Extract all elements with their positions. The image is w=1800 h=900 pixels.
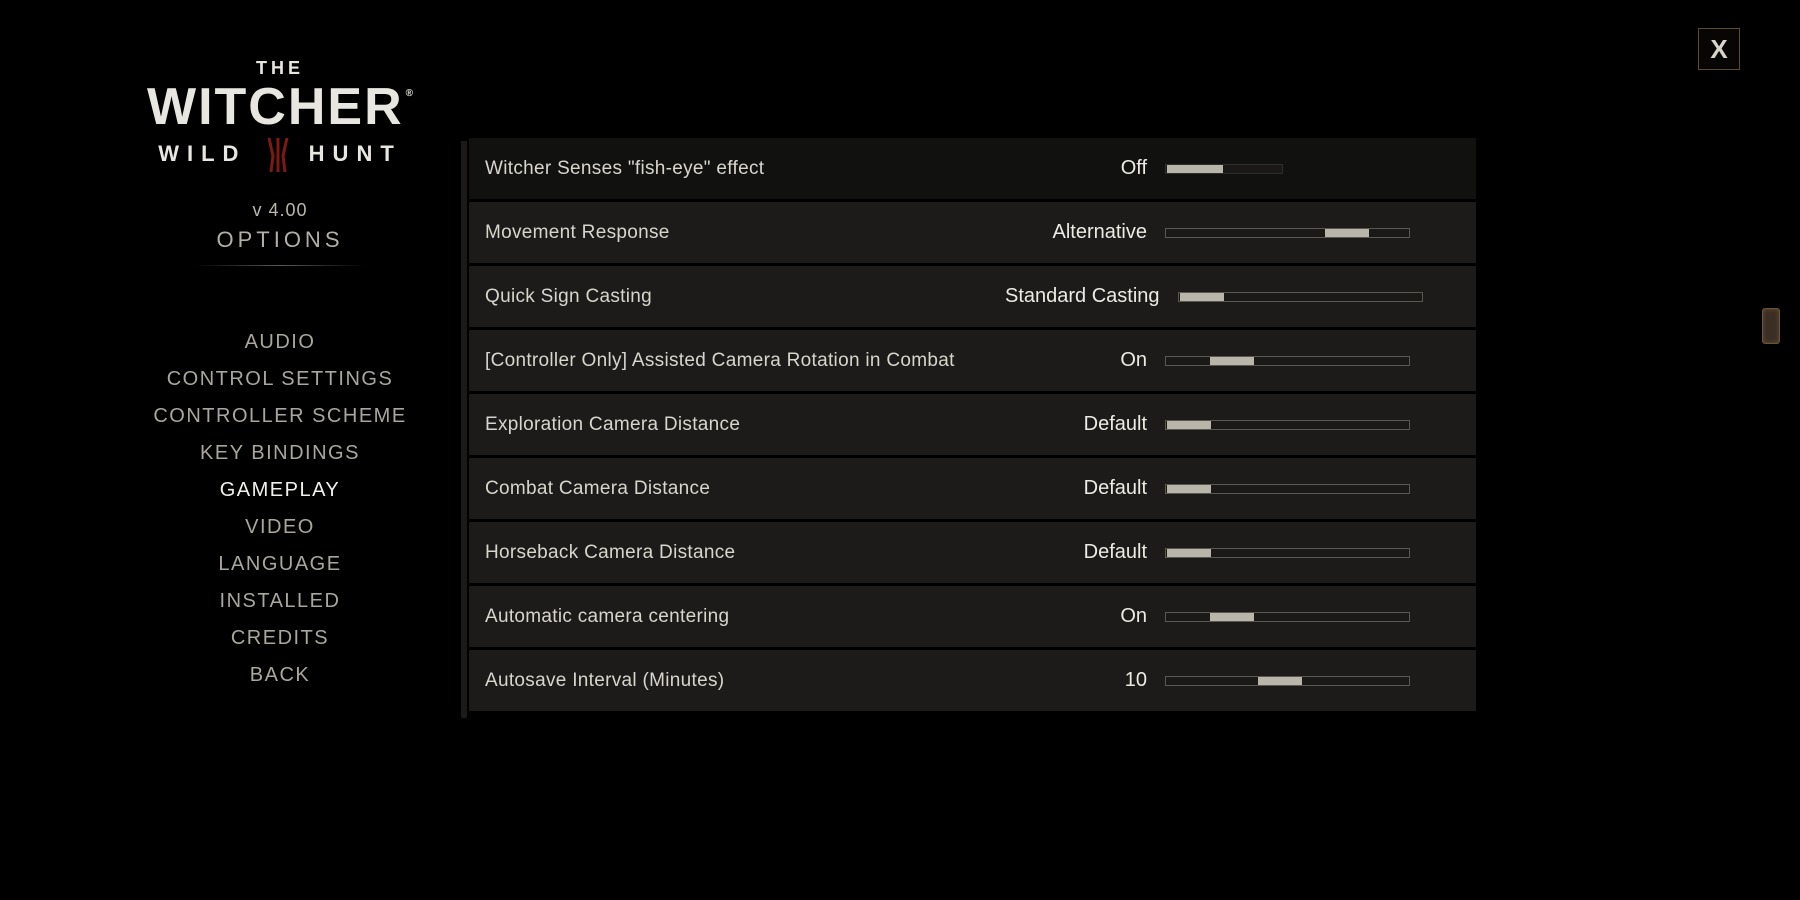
slider-thumb[interactable] — [1180, 293, 1224, 301]
logo-hunt: HUNT — [309, 141, 402, 166]
slider-track — [1165, 356, 1410, 366]
logo-witcher-text: WITCHER — [147, 78, 404, 136]
version-label: v 4.00 — [140, 200, 420, 221]
menu-item-credits[interactable]: CREDITS — [140, 620, 420, 657]
setting-slider[interactable] — [1165, 674, 1410, 688]
settings-scrollbar[interactable] — [1762, 140, 1780, 700]
menu-item-control-settings[interactable]: CONTROL SETTINGS — [140, 361, 420, 398]
setting-label: Combat Camera Distance — [485, 478, 1005, 500]
setting-slider[interactable] — [1165, 226, 1410, 240]
settings-panel: Witcher Senses "fish-eye" effectOffMovem… — [461, 138, 1476, 718]
slider-thumb[interactable] — [1167, 549, 1211, 557]
options-title: OPTIONS — [140, 227, 420, 259]
setting-label: Automatic camera centering — [485, 606, 1005, 628]
setting-label: Witcher Senses "fish-eye" effect — [485, 158, 1005, 180]
slider-thumb[interactable] — [1210, 357, 1254, 365]
close-button[interactable]: X — [1698, 28, 1740, 70]
setting-slider[interactable] — [1165, 610, 1410, 624]
options-menu: AUDIO CONTROL SETTINGS CONTROLLER SCHEME… — [140, 324, 420, 694]
setting-value: On — [1005, 349, 1165, 372]
menu-item-installed[interactable]: INSTALLED — [140, 583, 420, 620]
setting-row[interactable]: Automatic camera centeringOn — [469, 586, 1476, 647]
divider — [195, 265, 365, 266]
slider-track — [1165, 228, 1410, 238]
menu-item-controller-scheme[interactable]: CONTROLLER SCHEME — [140, 398, 420, 435]
logo-wild: WILD — [158, 141, 246, 166]
menu-item-key-bindings[interactable]: KEY BINDINGS — [140, 435, 420, 472]
setting-slider[interactable] — [1165, 418, 1410, 432]
scroll-thumb[interactable] — [1762, 308, 1780, 344]
setting-row[interactable]: [Controller Only] Assisted Camera Rotati… — [469, 330, 1476, 391]
menu-item-gameplay[interactable]: GAMEPLAY — [140, 472, 420, 509]
setting-row[interactable]: Horseback Camera DistanceDefault — [469, 522, 1476, 583]
setting-row[interactable]: Witcher Senses "fish-eye" effectOff — [469, 138, 1476, 199]
logo-wildhunt: WILD HUNT — [158, 138, 402, 172]
setting-label: Exploration Camera Distance — [485, 414, 1005, 436]
claw-icon — [263, 138, 293, 172]
setting-label: Quick Sign Casting — [485, 286, 1005, 308]
slider-thumb[interactable] — [1258, 677, 1302, 685]
setting-value: Standard Casting — [1005, 285, 1178, 308]
setting-value: On — [1005, 605, 1165, 628]
setting-row[interactable]: Movement ResponseAlternative — [469, 202, 1476, 263]
setting-label: [Controller Only] Assisted Camera Rotati… — [485, 350, 1005, 372]
logo-witcher: WITCHER® — [140, 83, 420, 132]
setting-row[interactable]: Combat Camera DistanceDefault — [469, 458, 1476, 519]
close-icon: X — [1710, 34, 1727, 65]
setting-label: Movement Response — [485, 222, 1005, 244]
slider-thumb[interactable] — [1167, 485, 1211, 493]
setting-value: 10 — [1005, 669, 1165, 692]
logo-the: THE — [140, 58, 420, 79]
menu-item-language[interactable]: LANGUAGE — [140, 546, 420, 583]
setting-slider[interactable] — [1165, 354, 1410, 368]
setting-value: Alternative — [1005, 221, 1165, 244]
setting-row[interactable]: Autosave Interval (Minutes)10 — [469, 650, 1476, 711]
slider-thumb[interactable] — [1167, 421, 1211, 429]
setting-slider[interactable] — [1178, 290, 1423, 304]
menu-item-back[interactable]: BACK — [140, 657, 420, 694]
game-logo: THE WITCHER® WILD HUNT — [140, 58, 420, 172]
setting-label: Autosave Interval (Minutes) — [485, 670, 1005, 692]
setting-row[interactable]: Quick Sign CastingStandard Casting — [469, 266, 1476, 327]
setting-slider[interactable] — [1165, 482, 1410, 496]
setting-row[interactable]: Exploration Camera DistanceDefault — [469, 394, 1476, 455]
sidebar: THE WITCHER® WILD HUNT v 4.00 OPTIONS AU… — [140, 58, 420, 694]
settings-rows: Witcher Senses "fish-eye" effectOffMovem… — [469, 138, 1476, 714]
slider-track — [1165, 612, 1410, 622]
menu-item-audio[interactable]: AUDIO — [140, 324, 420, 361]
setting-value: Off — [1005, 157, 1165, 180]
trademark-icon: ® — [406, 88, 415, 99]
slider-thumb[interactable] — [1210, 613, 1254, 621]
panel-left-bar — [461, 141, 467, 718]
setting-value: Default — [1005, 541, 1165, 564]
setting-label: Horseback Camera Distance — [485, 542, 1005, 564]
setting-value: Default — [1005, 413, 1165, 436]
setting-value: Default — [1005, 477, 1165, 500]
setting-slider[interactable] — [1165, 162, 1283, 176]
setting-slider[interactable] — [1165, 546, 1410, 560]
slider-thumb[interactable] — [1325, 229, 1369, 237]
menu-item-video[interactable]: VIDEO — [140, 509, 420, 546]
slider-thumb[interactable] — [1167, 165, 1223, 173]
